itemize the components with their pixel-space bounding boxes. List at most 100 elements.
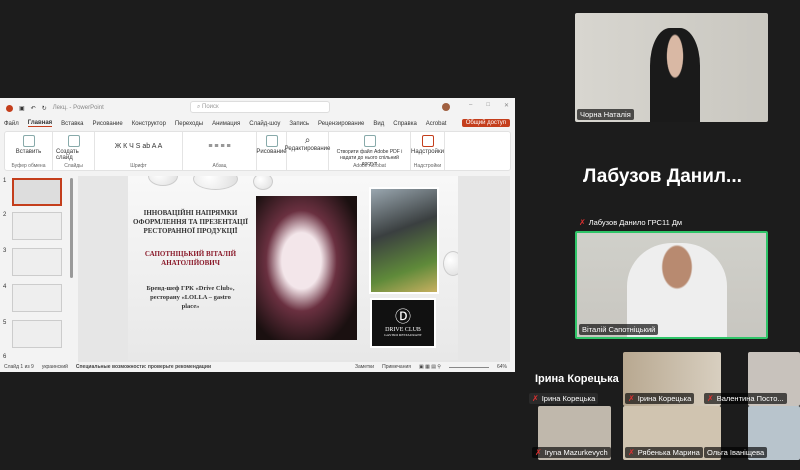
clipboard-group: Вставить Буфер обмена	[5, 132, 53, 170]
zoom-level[interactable]: 64%	[497, 364, 507, 370]
slide-thumbnails: 1 2 3 4 5 6	[0, 176, 75, 362]
view-buttons[interactable]: ▣ ▦ ▤ ⚲	[419, 364, 441, 370]
water-drop	[253, 176, 273, 190]
group-label: Абзац	[212, 163, 227, 169]
tab-file[interactable]: Файл	[4, 121, 19, 127]
participant-name-large: Ірина Корецька	[535, 373, 619, 385]
maximize-icon[interactable]: □	[486, 102, 490, 109]
new-slide-button[interactable]: Создать слайд	[56, 149, 91, 161]
name-label: Рябенька Марина	[637, 448, 700, 457]
share-button[interactable]: Общий доступ	[461, 119, 510, 127]
group-label: Adobe Acrobat	[353, 163, 386, 169]
adobe-group[interactable]: Створити файл Adobe PDF і надати до ньог…	[329, 132, 411, 170]
zoom-slider[interactable]	[448, 366, 489, 368]
participant-name-large: Лабузов Данил...	[583, 166, 742, 187]
pdf-icon	[363, 135, 376, 147]
drawing-button[interactable]: Рисование	[256, 132, 287, 170]
group-label: Буфер обмена	[11, 163, 46, 169]
tab-help[interactable]: Справка	[393, 121, 417, 127]
thumbnail-scrollbar[interactable]	[70, 178, 73, 278]
video-tile[interactable]: ✗ Iryna Mazurkevych	[532, 406, 611, 460]
tab-view[interactable]: Вид	[373, 121, 384, 127]
drive-club-logo: Ⓓ DRIVE CLUB GASTRO RESTAURANT	[370, 298, 436, 348]
new-slide-icon	[67, 135, 80, 147]
ribbon-tabs: Файл Главная Вставка Рисование Конструкт…	[0, 118, 515, 129]
search-input[interactable]: ⌕ Поиск	[190, 101, 330, 113]
tab-transitions[interactable]: Переходы	[175, 121, 203, 127]
slide-title: ІННОВАЦІЙНІ НАПРЯМКИ ОФОРМЛЕННЯ ТА ПРЕЗЕ…	[132, 209, 249, 235]
mic-muted-icon: ✗	[628, 394, 635, 403]
mic-muted-icon: ✗	[579, 218, 586, 227]
tab-draw[interactable]: Рисование	[92, 121, 122, 127]
water-drop	[443, 251, 458, 276]
paste-button[interactable]: Вставить	[16, 149, 41, 155]
close-icon[interactable]: ✕	[504, 102, 509, 109]
editing-label: Редактирование	[284, 146, 331, 152]
group-label: Шрифт	[130, 163, 147, 169]
name-label: Віталій Сапотніцький	[582, 325, 656, 334]
video-tile[interactable]: ✗ Валентина Посто...	[704, 352, 800, 406]
participant-name: ✗ Рябенька Марина	[625, 447, 703, 458]
video-tile[interactable]: Чорна Наталія	[575, 13, 768, 122]
addins-group[interactable]: Надстройки Надстройки	[411, 132, 445, 170]
slide-thumbnail[interactable]	[12, 248, 62, 276]
participant-video	[650, 28, 700, 122]
slide-counter: Слайд 1 из 9	[4, 364, 34, 370]
tab-record[interactable]: Запись	[289, 121, 309, 127]
participant-name: Ольга Іваніщева	[704, 447, 768, 458]
tab-review[interactable]: Рецензирование	[318, 121, 364, 127]
tab-acrobat[interactable]: Acrobat	[426, 121, 447, 127]
slide-thumbnail[interactable]	[12, 284, 62, 312]
redo-icon[interactable]: ↻	[42, 105, 47, 112]
thumb-number: 5	[3, 320, 7, 326]
logo-subtext: GASTRO RESTAURANT	[384, 333, 422, 337]
group-label: Слайды	[64, 163, 83, 169]
font-formatting-icons[interactable]: Ж К Ч S ab A A	[115, 143, 163, 150]
thumb-number: 4	[3, 284, 7, 290]
slide-role: Бренд-шеф ГРК «Drive Club», ресторану «L…	[146, 285, 235, 310]
restaurant-photo	[369, 187, 439, 294]
language-status[interactable]: украинский	[42, 364, 68, 370]
powerpoint-logo-icon	[6, 104, 13, 112]
mic-muted-icon: ✗	[535, 448, 542, 457]
paragraph-icons[interactable]: ≡ ≡ ≡ ≡	[208, 143, 230, 150]
tab-design[interactable]: Конструктор	[132, 121, 166, 127]
paragraph-group: ≡ ≡ ≡ ≡ Абзац	[183, 132, 257, 170]
participant-name: ✗ Ірина Корецька	[529, 393, 599, 404]
comments-button[interactable]: Примечания	[382, 364, 411, 370]
editing-button[interactable]: ⌕ Редактирование	[284, 132, 331, 170]
name-label: Ірина Корецька	[637, 394, 692, 403]
tab-insert[interactable]: Вставка	[61, 121, 83, 127]
active-speaker-tile[interactable]: Віталій Сапотніцький	[575, 231, 768, 339]
undo-icon[interactable]: ↶	[31, 105, 36, 112]
name-label: Ірина Корецька	[541, 394, 596, 403]
water-drop	[193, 176, 238, 190]
font-group: Ж К Ч S ab A A Шрифт	[95, 132, 183, 170]
drawing-label: Рисование	[256, 149, 287, 155]
addins-icon	[421, 135, 434, 147]
notes-button[interactable]: Заметки	[355, 364, 374, 370]
slide[interactable]: ІННОВАЦІЙНІ НАПРЯМКИ ОФОРМЛЕННЯ ТА ПРЕЗЕ…	[128, 176, 458, 360]
mic-muted-icon: ✗	[532, 394, 539, 403]
slide-thumbnail[interactable]	[12, 212, 62, 240]
powerpoint-window: ▣ ↶ ↻ Лекц. - PowerPoint ⌕ Поиск – □ ✕ Фай…	[0, 98, 515, 372]
name-label: Чорна Наталія	[580, 110, 631, 119]
slide-thumbnail[interactable]	[12, 320, 62, 348]
save-icon[interactable]: ▣	[19, 105, 25, 112]
tab-home[interactable]: Главная	[27, 120, 53, 127]
addins-label: Надстройки	[411, 149, 444, 155]
video-tile[interactable]: Ольга Іваніщева	[704, 406, 800, 460]
name-label: Лабузов Данило ГРС11 Дм	[588, 218, 683, 227]
minimize-icon[interactable]: –	[469, 102, 472, 109]
slide-thumbnail[interactable]	[12, 178, 62, 206]
thumb-number: 6	[3, 354, 7, 360]
search-placeholder: Поиск	[202, 104, 219, 110]
tab-animation[interactable]: Анимация	[212, 121, 240, 127]
user-avatar[interactable]	[442, 103, 450, 111]
mic-muted-icon: ✗	[707, 394, 714, 403]
tab-slideshow[interactable]: Слайд-шоу	[249, 121, 280, 127]
accessibility-status[interactable]: Специальные возможности: проверьте реком…	[76, 364, 211, 370]
mic-muted-icon: ✗	[628, 448, 635, 457]
group-label: Надстройки	[413, 163, 442, 169]
participant-name: ✗ Лабузов Данило ГРС11 Дм	[576, 217, 686, 228]
